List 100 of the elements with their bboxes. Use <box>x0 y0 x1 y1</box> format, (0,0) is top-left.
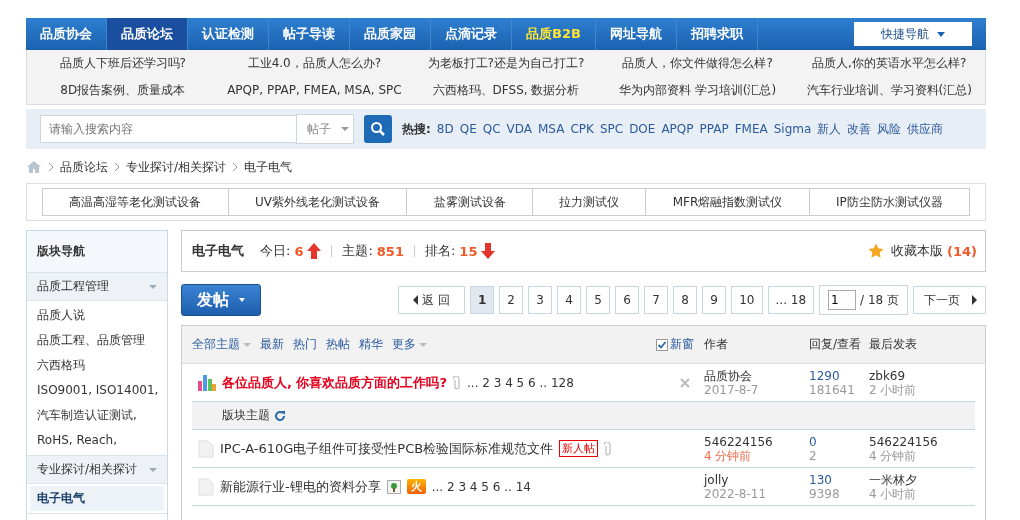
filter-link[interactable]: 精华 <box>359 336 383 353</box>
sidebar-item[interactable]: 汽车制造认证测试, <box>27 403 167 428</box>
page-button[interactable]: ... 18 <box>767 286 815 314</box>
hot-search-link[interactable]: FMEA <box>734 122 768 136</box>
filter-link[interactable]: 热门 <box>293 336 317 353</box>
featured-link[interactable]: 汽车行业培训、学习资料(汇总) <box>793 77 985 104</box>
page-button[interactable]: 10 <box>731 286 763 314</box>
category-link[interactable]: 高温高湿等老化测试设备 <box>43 189 229 215</box>
view-count: 2 <box>809 448 818 463</box>
category-link[interactable]: MFR熔融指数测试仪 <box>646 189 810 215</box>
sidebar-group-header[interactable]: 品质工程管理 <box>27 273 167 301</box>
sidebar-item[interactable]: 电子电气 <box>30 486 164 511</box>
filter-link[interactable]: 全部主题 <box>192 336 251 353</box>
sidebar-item[interactable]: ISO9001, ISO14001, <box>27 378 167 403</box>
page-button[interactable]: 4 <box>557 286 582 314</box>
hot-search-link[interactable]: QE <box>459 122 477 136</box>
page-button[interactable]: 2 <box>499 286 524 314</box>
page-button[interactable]: 6 <box>615 286 640 314</box>
right-triangle-icon <box>972 295 977 305</box>
hot-search-link[interactable]: 新人 <box>817 120 842 138</box>
featured-link[interactable]: 工业4.0，品质人怎么办? <box>218 50 411 77</box>
last-poster[interactable]: 一米林夕 <box>869 472 975 487</box>
page-button[interactable]: 7 <box>644 286 669 314</box>
search-scope-dropdown[interactable]: 帖子 <box>296 114 354 144</box>
breadcrumb-link[interactable]: 专业探讨/相关探讨 <box>126 158 227 176</box>
featured-link[interactable]: 品质人，你文件做得怎么样? <box>601 50 794 77</box>
stat-label: 排名: <box>424 242 456 260</box>
category-link[interactable]: 盐雾测试设备 <box>407 189 533 215</box>
page-button[interactable]: 9 <box>702 286 727 314</box>
quick-nav-button[interactable]: 快捷导航 <box>854 22 972 46</box>
checkbox[interactable] <box>656 338 668 351</box>
hot-badge: 火 <box>406 479 426 494</box>
featured-link[interactable]: 为老板打工?还是为自己打工? <box>410 50 602 77</box>
hot-search-link[interactable]: 改善 <box>847 120 872 138</box>
refresh-icon[interactable] <box>274 409 286 422</box>
search-button[interactable] <box>364 115 392 143</box>
sidebar-item[interactable]: 六西格玛 <box>27 353 167 378</box>
new-post-button[interactable]: 发帖 <box>181 284 261 316</box>
reply-count: 0 <box>809 434 818 449</box>
next-page-button[interactable]: 下一页 <box>913 286 986 314</box>
filter-link[interactable]: 最新 <box>260 336 284 353</box>
thread-title-link[interactable]: 新能源行业-锂电的资料分享 <box>220 477 381 496</box>
featured-link[interactable]: 8D报告案例、质量成本 <box>27 77 219 104</box>
hot-search-link[interactable]: VDA <box>506 122 532 136</box>
author-name[interactable]: 品质协会 <box>704 368 809 383</box>
thread-pages[interactable]: ... 2 3 4 5 6 .. 128 <box>467 375 574 390</box>
author-name[interactable]: jolly <box>704 472 809 487</box>
page-button[interactable]: 1 <box>469 286 495 314</box>
breadcrumb-link[interactable]: 电子电气 <box>244 158 293 176</box>
search-field[interactable]: 请输入搜索内容 <box>40 115 296 143</box>
stat-label: 今日: <box>260 242 291 260</box>
category-link[interactable]: IP防尘防水测试仪器 <box>809 189 970 215</box>
caret-icon <box>937 31 945 37</box>
new-window-label[interactable]: 新窗 <box>670 336 694 353</box>
featured-link[interactable]: 品质人下班后还学习吗? <box>27 50 219 77</box>
category-link[interactable]: 拉力测试仪 <box>532 189 647 215</box>
hot-search-link[interactable]: SPC <box>599 122 624 136</box>
hot-search-link[interactable]: 供应商 <box>907 120 944 138</box>
filter-link[interactable]: 热帖 <box>326 336 350 353</box>
sidebar-item[interactable]: RoHS, Reach, <box>27 428 167 453</box>
post-date: 4 分钟前 <box>704 448 753 463</box>
hot-search-link[interactable]: 风险 <box>877 120 902 138</box>
caret-icon <box>149 284 157 289</box>
back-button[interactable]: 返 回 <box>398 286 465 314</box>
page-button[interactable]: 8 <box>673 286 698 314</box>
caret-icon <box>149 467 157 472</box>
thread-pages[interactable]: ... 2 3 4 5 6 .. 14 <box>431 479 531 494</box>
sidebar-item[interactable]: 品质工程、品质管理 <box>27 328 167 353</box>
hot-search-link[interactable]: MSA <box>538 122 565 136</box>
last-poster[interactable]: zbk69 <box>869 368 975 383</box>
hot-search-link[interactable]: 8D <box>436 122 454 136</box>
breadcrumb-link[interactable]: 品质论坛 <box>60 158 108 176</box>
category-link[interactable]: UV紫外线老化测试设备 <box>228 189 408 215</box>
featured-link[interactable]: 品质人,你的英语水平怎么样? <box>793 50 985 77</box>
sidebar-item[interactable]: 品质人说 <box>27 303 167 328</box>
reply-count: 1290 <box>809 368 841 383</box>
hot-search-link[interactable]: CPK <box>570 122 594 136</box>
favorite-link[interactable]: 收藏本版 <box>891 242 943 260</box>
nav-tab[interactable]: 品质论坛 <box>107 18 188 50</box>
featured-link[interactable]: APQP, PPAP, FMEA, MSA, SPC <box>218 77 411 104</box>
thread-title-link[interactable]: 各位品质人, 你喜欢品质方面的工作吗? <box>222 373 447 392</box>
last-poster[interactable]: 546224156 <box>869 434 975 449</box>
sidebar-group-header[interactable]: 专业探讨/相关探讨 <box>27 456 167 484</box>
column-header: 作者 <box>704 336 729 353</box>
post-date: 2017-8-7 <box>704 382 760 397</box>
thread-title-link[interactable]: IPC-A-610G电子组件可接受性PCB检验国际标准规范文件 <box>220 439 554 458</box>
featured-link[interactable]: 六西格玛、DFSS, 数据分析 <box>410 77 602 104</box>
hot-search-link[interactable]: Sigma <box>773 122 812 136</box>
page-total: / 18 页 <box>860 291 899 309</box>
filter-link[interactable]: 更多 <box>392 336 427 353</box>
hot-search-link[interactable]: QC <box>482 122 501 136</box>
page-input[interactable]: 1 <box>828 290 857 310</box>
author-name[interactable]: 546224156 <box>704 434 809 449</box>
hot-search-link[interactable]: DOE <box>629 122 656 136</box>
hot-search-link[interactable]: APQP <box>661 122 694 136</box>
last-post-time: 2 小时前 <box>869 382 918 397</box>
featured-link[interactable]: 华为内部资料 学习培训(汇总) <box>601 77 794 104</box>
page-button[interactable]: 5 <box>586 286 611 314</box>
page-button[interactable]: 3 <box>528 286 553 314</box>
hot-search-link[interactable]: PPAP <box>699 122 729 136</box>
